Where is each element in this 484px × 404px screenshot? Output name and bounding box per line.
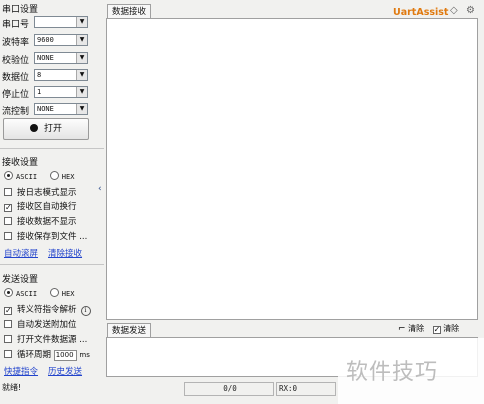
baud-label: 波特率 — [2, 38, 30, 48]
option-escape-parse[interactable]: ✓ 转义符指令解析 i — [4, 303, 91, 316]
divider — [0, 148, 104, 149]
receive-area[interactable] — [106, 18, 478, 320]
bracket-icon: ⌐ — [398, 324, 406, 334]
serial-settings-title: 串口设置 — [2, 5, 39, 15]
radio-hex-send[interactable] — [49, 288, 59, 297]
receive-settings-title: 接收设置 — [2, 158, 39, 168]
checkbox-clear-send[interactable]: ✓ — [432, 326, 441, 334]
send-history-link[interactable]: 历史发送 — [48, 365, 82, 377]
send-settings-title: 发送设置 — [2, 275, 39, 285]
port-label: 串口号 — [2, 20, 30, 30]
radio-ascii-send[interactable] — [4, 288, 13, 297]
option-auto-wrap[interactable]: ✓ 接收区自动换行 — [4, 200, 77, 212]
checkbox-cycle-period[interactable] — [4, 350, 12, 358]
record-dot-icon — [29, 124, 38, 132]
chevron-down-icon: ▼ — [76, 87, 87, 97]
tab-data-send[interactable]: 数据发送 — [107, 323, 152, 337]
chevron-down-icon: ▼ — [76, 17, 87, 27]
chevron-down-icon: ▼ — [76, 70, 87, 80]
open-port-button[interactable]: 打开 — [3, 118, 89, 140]
chevron-down-icon: ▼ — [76, 35, 87, 45]
rx-counter: RX:0 — [276, 382, 336, 396]
receive-format-radios: ASCII HEX — [4, 171, 74, 182]
radio-ascii-receive[interactable] — [4, 171, 13, 180]
watermark-overlay: 软件技巧 — [338, 338, 484, 404]
divider — [0, 264, 104, 265]
period-input[interactable]: 1000 — [53, 350, 77, 361]
radio-hex-receive[interactable] — [49, 171, 59, 180]
chevron-down-icon: ▼ — [76, 53, 87, 63]
port-select[interactable]: ▼ — [34, 16, 88, 28]
tab-data-receive[interactable]: 数据接收 — [107, 4, 152, 18]
chevron-down-icon: ▼ — [76, 104, 87, 114]
collapse-panel-icon[interactable]: ‹ — [98, 184, 102, 194]
option-auto-append[interactable]: 自动发送附加位 — [4, 318, 77, 330]
tx-counter: 0/0 — [184, 382, 274, 396]
option-save-to-file[interactable]: 接收保存到文件 ... — [4, 230, 87, 242]
settings-gear-icon[interactable]: ⚙ — [466, 5, 475, 16]
flowcontrol-label: 流控制 — [2, 107, 30, 117]
clear-receive-link[interactable]: 清除接收 — [48, 247, 82, 259]
checkbox-escape-parse[interactable]: ✓ — [4, 307, 12, 315]
flowcontrol-select[interactable]: NONE ▼ — [34, 103, 88, 115]
checkbox-auto-wrap[interactable]: ✓ — [4, 204, 12, 212]
status-ready: 就绪! — [2, 383, 22, 392]
option-hide-data[interactable]: 接收数据不显示 — [4, 215, 77, 227]
checkbox-log-mode[interactable] — [4, 188, 12, 196]
checkbox-auto-append[interactable] — [4, 320, 12, 328]
parity-label: 校验位 — [2, 56, 30, 66]
clear-controls: ⌐ 清除 ✓ 清除 — [398, 323, 459, 334]
databits-label: 数据位 — [2, 73, 30, 83]
send-format-radios: ASCII HEX — [4, 288, 74, 299]
databits-select[interactable]: 8 ▼ — [34, 69, 88, 81]
autoscroll-link[interactable]: 自动滚屏 — [4, 247, 38, 259]
option-log-mode[interactable]: 按日志模式显示 — [4, 186, 77, 198]
period-unit: ms — [79, 351, 90, 359]
stopbits-label: 停止位 — [2, 90, 30, 100]
option-cycle-period[interactable]: 循环周期 1000 ms — [4, 348, 90, 361]
diamond-icon[interactable]: ◇ — [450, 5, 458, 16]
stopbits-select[interactable]: 1 ▼ — [34, 86, 88, 98]
clear-button[interactable]: 清除 — [408, 324, 424, 333]
checkbox-file-source[interactable] — [4, 335, 12, 343]
checkbox-save-to-file[interactable] — [4, 232, 12, 240]
clear-send-button[interactable]: 清除 — [443, 324, 459, 333]
shortcut-commands-link[interactable]: 快捷指令 — [4, 365, 38, 377]
watermark-text: 软件技巧 — [346, 360, 439, 385]
option-file-source[interactable]: 打开文件数据源 ... — [4, 333, 87, 345]
parity-select[interactable]: NONE ▼ — [34, 52, 88, 64]
info-icon[interactable]: i — [80, 306, 91, 316]
checkbox-hide-data[interactable] — [4, 217, 12, 225]
baud-select[interactable]: 9600 ▼ — [34, 34, 88, 46]
